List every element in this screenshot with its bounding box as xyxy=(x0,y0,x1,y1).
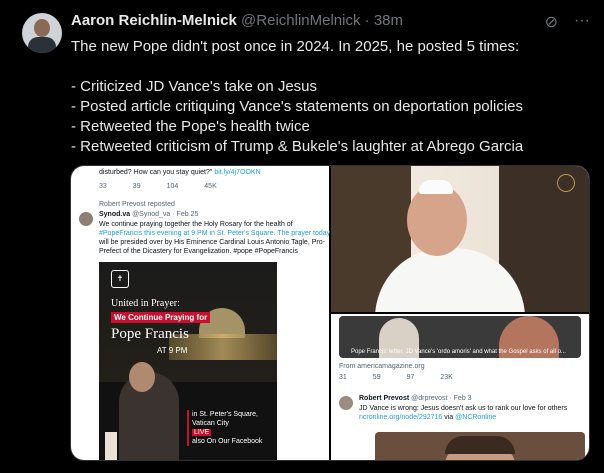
pope-face xyxy=(407,184,467,256)
media-photo-pope[interactable] xyxy=(331,166,589,312)
jd-vance-photo xyxy=(375,432,585,460)
quoted-link: bit.ly/4j7OOKN xyxy=(214,169,261,176)
like-count: 104 xyxy=(166,183,179,190)
synod-handle: @Synod_va · Feb 25 xyxy=(132,211,199,218)
candle xyxy=(105,432,117,460)
repost-count: 39 xyxy=(132,183,141,190)
article-source: From americamagazine.org xyxy=(339,363,425,370)
media-screenshot-left[interactable]: disturbed? How can you stay quiet?" bit.… xyxy=(71,166,331,460)
stats-row: 31 59 97 23K xyxy=(339,374,453,381)
avatar-head xyxy=(34,19,50,37)
stats-row: 33 39 104 45K xyxy=(99,183,217,190)
prevost-header: Robert Prevost @drprevost · Feb 3 xyxy=(359,394,472,403)
author-name[interactable]: Aaron Reichlin-Melnick xyxy=(71,12,237,29)
synod-body: We continue praying together the Holy Ro… xyxy=(99,221,331,255)
quoted-text: disturbed? How can you stay quiet?" bit.… xyxy=(99,169,261,176)
repost-count: 59 xyxy=(372,374,381,381)
media-grid[interactable]: disturbed? How can you stay quiet?" bit.… xyxy=(70,165,590,461)
tweet-text: The new Pope didn't post once in 2024. I… xyxy=(71,37,591,157)
media-screenshot-right[interactable]: Pope Francis' letter, JD Vance's 'ordo a… xyxy=(331,314,589,460)
synod-header: Synod.va @Synod_va · Feb 25 xyxy=(99,210,198,219)
prevost-name: Robert Prevost xyxy=(359,395,410,402)
avatar-body xyxy=(28,37,56,53)
repost-label: Robert Prevost reposted xyxy=(99,201,175,208)
prevost-link-row: ncronline.org/node/292716 via @NCRonline xyxy=(359,414,497,421)
synod-avatar xyxy=(79,210,93,228)
tweet-line: - Retweeted the Pope's health twice xyxy=(71,118,310,135)
author-handle[interactable]: @ReichlinMelnick xyxy=(241,12,360,29)
prayer-poster: ✝ United in Prayer: We Continue Praying … xyxy=(99,262,277,460)
tweet-line: - Posted article critiquing Vance's stat… xyxy=(71,98,523,115)
synod-name: Synod.va xyxy=(99,211,131,218)
zucchetto xyxy=(419,180,453,194)
view-count: 45K xyxy=(204,183,217,190)
prevost-avatar xyxy=(339,394,353,412)
like-count: 97 xyxy=(406,374,415,381)
vatican-logo-icon: ✝ xyxy=(111,270,129,288)
view-count: 23K xyxy=(440,374,453,381)
poster-title: United in Prayer: xyxy=(111,298,180,309)
live-badge: LIVE xyxy=(192,429,212,436)
grok-icon[interactable]: ⊘ xyxy=(545,12,558,32)
prevost-text: JD Vance is wrong: Jesus doesn't ask us … xyxy=(359,405,568,412)
ncr-link: ncronline.org/node/292716 xyxy=(359,414,443,421)
article-image: Pope Francis' letter, JD Vance's 'ordo a… xyxy=(339,316,581,358)
tweet: Aaron Reichlin-Melnick @ReichlinMelnick … xyxy=(0,0,604,473)
article-caption: Pope Francis' letter, JD Vance's 'ordo a… xyxy=(351,349,566,355)
tweet-line: - Criticized JD Vance's take on Jesus xyxy=(71,78,318,95)
tweet-line: - Retweeted criticism of Trump & Bukele'… xyxy=(71,138,524,155)
ncr-mention: @NCRonline xyxy=(455,414,497,421)
prevost-handle: @drprevost · Feb 3 xyxy=(411,395,472,402)
tweet-line: The new Pope didn't post once in 2024. I… xyxy=(71,38,520,55)
tweet-header: Aaron Reichlin-Melnick @ReichlinMelnick … xyxy=(71,12,403,29)
more-icon[interactable]: ··· xyxy=(574,12,590,32)
seal-icon xyxy=(557,174,575,192)
reply-count: 31 xyxy=(339,374,347,381)
poster-location: in St. Peter's Square, Vatican City LIVE… xyxy=(187,410,262,446)
avatar[interactable] xyxy=(22,13,62,53)
reply-count: 33 xyxy=(99,183,107,190)
separator: · xyxy=(364,12,370,29)
header-actions: ⊘ ··· xyxy=(545,12,590,32)
poster-subtitle: We Continue Praying for xyxy=(111,312,211,323)
poster-name: Pope Francis xyxy=(111,326,189,342)
timestamp[interactable]: 38m xyxy=(374,12,403,29)
poster-time: AT 9 PM xyxy=(157,346,188,355)
